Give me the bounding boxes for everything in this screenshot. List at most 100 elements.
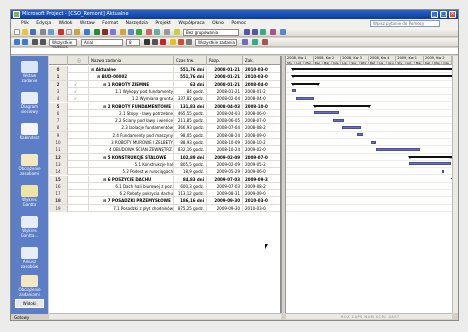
task-start-cell[interactable]: 2009-05-29 [207,168,243,176]
column-header-duration[interactable]: Czas trw. [174,56,207,65]
task-finish-cell[interactable]: 2010-03-0 [243,205,280,212]
task-duration-cell[interactable]: 211,85 godz. [174,117,207,125]
menu-view[interactable]: Widok [59,21,73,26]
goto-task-icon[interactable] [260,29,266,35]
menu-format[interactable]: Format [102,21,118,26]
task-start-cell[interactable]: 2008-02-04 [207,95,243,103]
task-finish-cell[interactable]: 2008-04-0 [243,95,280,102]
task-finish-cell[interactable]: 2008-09-0 [243,132,280,139]
gantt-task-bar[interactable] [408,162,452,166]
task-duration-cell[interactable]: 465,55 godz. [174,109,207,117]
task-row[interactable]: 19 7.1 Posadzki z płyt chodników 875,25 go… [49,204,280,212]
task-name-cell[interactable]: ⊟ 1 ROBOTY ZIEMNE [89,80,174,88]
task-finish-cell[interactable]: 2009-06-0 [243,168,280,175]
view-tracking-gantt[interactable]: Wykres Gantta... [15,216,44,238]
task-finish-cell[interactable]: 2008-10-2 [243,139,280,146]
gantt-task-bar[interactable] [441,169,444,173]
task-start-cell[interactable]: 2009-09-30 [207,204,243,212]
undo-icon[interactable] [84,29,90,35]
column-header-name[interactable]: Nazwa zadania [89,56,174,65]
task-finish-cell[interactable]: 2008-10-0 [243,103,280,110]
task-indicator-cell[interactable] [68,182,89,190]
task-id-cell[interactable]: 18 [49,197,68,205]
workgroup-icon[interactable] [154,29,160,35]
task-id-cell[interactable]: 15 [49,175,68,183]
column-header-id[interactable] [49,56,68,65]
task-duration-cell[interactable]: 131,83 dni [174,102,207,110]
more-views-button[interactable]: Widoki [15,299,44,308]
link-tasks-icon[interactable] [94,29,100,35]
copy-icon[interactable] [66,29,72,35]
copy-format-icon[interactable] [270,29,276,35]
menu-edit[interactable]: Edycja [36,21,51,26]
task-duration-cell[interactable]: 551,76 dni [174,66,207,73]
task-indicator-cell[interactable] [68,190,89,198]
task-start-cell[interactable]: 2009-02-09 [207,160,243,168]
view-gantt-chart[interactable]: Wykres Gantta [15,185,44,207]
paste-icon[interactable] [74,29,80,35]
task-start-cell[interactable]: 2008-08-24 [207,131,243,139]
task-start-cell[interactable]: 2008-10-24 [207,146,243,154]
filter-combo[interactable]: Wszystkie zadania [195,39,237,46]
task-indicator-cell[interactable] [68,139,89,146]
close-button[interactable]: × [449,11,456,18]
task-start-cell[interactable]: 2008-04-03 [207,102,243,110]
task-row[interactable]: 0 ⊟ Aktualne 551,76 dni 2008-01-21 2010-03-0 [49,66,280,74]
sheet-horizontal-scrollbar[interactable] [49,313,281,319]
task-id-cell[interactable]: 11 [49,146,68,154]
group-by-combo[interactable]: Bez grupowania [183,29,239,36]
task-duration-cell[interactable]: 88,93 godz. [174,139,207,146]
task-row[interactable]: 18 ⊟ 7 POSADZKI PRZEMYSŁOWE 186,16 dni 2009… [49,197,280,205]
task-duration-cell[interactable]: 337,82 godz. [174,95,207,103]
task-row[interactable]: 13 5.1 Konstrukcje hal 805,5 godz. 2009-02-… [49,160,280,169]
tracking-icon[interactable] [262,39,268,45]
task-id-cell[interactable]: 8 [49,124,68,132]
task-row[interactable]: 11 4 OBUDOWA ŚCIAN ZEWNĘTRZ. 832,16 godz. 2… [49,146,280,154]
entry-bar-input[interactable] [11,48,458,55]
task-indicator-cell[interactable] [68,175,89,183]
cut-icon[interactable] [58,29,64,35]
task-id-cell[interactable]: 13 [49,160,68,168]
task-finish-cell[interactable]: 2008-06-0 [243,110,280,117]
view-insert-task[interactable]: Wstaw zadanie [15,61,44,83]
task-row[interactable]: 2 ✓ ⊟ 1 ROBOTY ZIEMNE 63 dni 2008-01-21 2008-… [49,80,280,88]
task-indicator-cell[interactable]: ✓ [68,80,89,88]
print-icon[interactable] [40,29,46,35]
task-start-cell[interactable]: 2009-02-09 [207,153,243,161]
task-start-cell[interactable]: 2009-08-31 [207,190,243,198]
task-row[interactable]: 4 ✓ 1.2 Wymiana gruntu 337,82 godz. 2008-02-… [49,95,280,103]
task-name-cell[interactable]: 1.1 Wykopy pod fundamenty [89,87,174,95]
task-id-cell[interactable]: 1 [49,73,68,81]
task-name-cell[interactable]: ⊟ 6 POSZYCIE DACHU [89,175,174,183]
task-indicator-cell[interactable]: ✓ [68,95,89,103]
menu-help[interactable]: Pomoc [231,21,246,26]
gantt-task-bar[interactable] [333,118,345,122]
align-center-icon[interactable] [178,39,184,45]
task-finish-cell[interactable]: 2009-08-2 [243,183,280,190]
task-indicator-cell[interactable] [68,73,89,81]
task-name-cell[interactable]: 1.2 Wymiana gruntu [89,95,174,103]
gantt-task-bar[interactable] [292,89,297,93]
task-indicator-cell[interactable] [68,117,89,125]
task-finish-cell[interactable]: 2008-01-2 [243,88,280,95]
task-indicator-cell[interactable] [68,102,89,110]
task-name-cell[interactable]: ⊟ BUD-00002 [89,73,174,81]
task-finish-cell[interactable]: 2010-03-0 [243,66,280,73]
column-header-indicators[interactable]: ⓘ [68,56,89,65]
task-indicator-cell[interactable] [68,124,89,132]
help-icon[interactable] [280,29,286,35]
task-duration-cell[interactable]: 366,93 godz. [174,124,207,132]
print-preview-icon[interactable] [48,29,54,35]
task-duration-cell[interactable]: 63 dni [174,80,207,88]
menu-tools[interactable]: Narzędzia [126,21,148,26]
task-indicator-cell[interactable] [68,146,89,154]
gantt-task-bar[interactable] [371,140,377,144]
gantt-summary-bar[interactable] [291,75,452,79]
open-folder-icon[interactable] [22,29,28,35]
task-row[interactable]: 6 2.1 Stopy - ławy potrzebne 465,55 godz. 2… [49,109,280,118]
task-notes-icon[interactable] [128,29,134,35]
minimize-button[interactable]: _ [431,11,438,18]
vertical-scrollbar[interactable] [452,56,458,313]
show-subtasks-icon[interactable] [32,39,38,45]
task-id-cell[interactable]: 9 [49,131,68,139]
